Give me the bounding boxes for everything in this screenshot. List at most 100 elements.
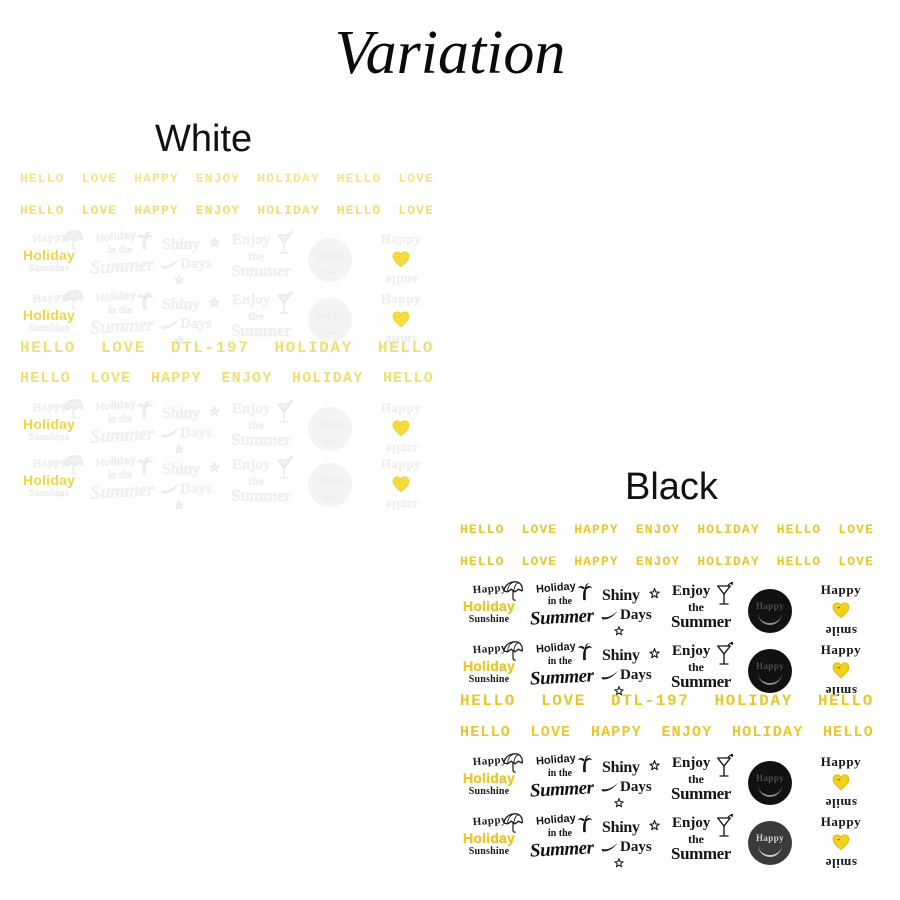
star-icon <box>209 235 220 248</box>
word-hello: HELLO <box>336 171 382 186</box>
sticker-happy-holiday-sunshine[interactable]: Happy Holiday Sunshine <box>18 230 86 288</box>
swoosh-icon <box>160 257 180 269</box>
swoosh-icon <box>160 317 180 329</box>
sticker-happy-smiley-badge[interactable]: Happy <box>738 581 806 639</box>
sticker-line-2: Days <box>620 839 652 855</box>
sticker-line-2: Days <box>620 667 652 683</box>
star-icon <box>649 758 660 771</box>
star-icon <box>209 406 220 417</box>
word-enjoy: ENJOY <box>221 370 273 387</box>
sticker-happy-smile-heart[interactable]: Happy smile <box>368 399 436 457</box>
sticker-line-1: Happy <box>755 833 784 843</box>
sticker-enjoy-the-summer[interactable]: Enjoy the Summer <box>668 641 736 699</box>
sticker-holiday-in-the-summer[interactable]: Holiday in the Summer <box>528 640 596 699</box>
sticker-row-1: Happy Holiday Sunshine Holiday in the Summer S… <box>8 229 446 288</box>
sticker-happy-smile-heart[interactable]: Happy smile <box>808 753 876 811</box>
sticker-happy-smiley-badge[interactable]: Happy <box>738 813 806 871</box>
sticker-holiday-in-the-summer[interactable]: Holiday in the Summer <box>88 454 156 513</box>
sticker-enjoy-the-summer[interactable]: Enjoy the Summer <box>228 399 296 457</box>
sticker-line-2: smile <box>825 856 857 871</box>
sticker-happy-smile-heart[interactable]: Happy smile <box>808 641 876 699</box>
word-holiday: HOLIDAY <box>274 339 353 357</box>
sticker-holiday-in-the-summer[interactable]: Holiday in the Summer <box>528 812 596 871</box>
sticker-sheet-white[interactable]: HELLO LOVE HAPPY ENJOY HOLIDAY HELLO LOVE HELL… <box>8 168 446 513</box>
cocktail-glass-icon <box>715 753 734 780</box>
word-love: LOVE <box>838 522 874 537</box>
sticker-happy-smiley-badge[interactable]: Happy <box>738 753 806 811</box>
sticker-line-1: Enjoy <box>232 457 271 473</box>
sticker-sheet-black[interactable]: HELLO LOVE HAPPY ENJOY HOLIDAY HELLO LOVE HELL… <box>448 515 886 871</box>
sticker-row-1: Happy Holiday Sunshine Holiday in the Summer S… <box>448 580 886 639</box>
star-icon <box>209 462 220 473</box>
sticker-happy-holiday-sunshine[interactable]: Happy Holiday Sunshine <box>458 641 526 699</box>
sticker-happy-smile-heart[interactable]: Happy smile <box>368 230 436 288</box>
cocktail-glass-icon <box>277 290 294 314</box>
sticker-row-4: Happy Holiday Sunshine Holiday in the Summer S… <box>8 454 446 513</box>
word-love: LOVE <box>541 692 586 710</box>
cocktail-glass-icon <box>715 813 734 840</box>
sticker-happy-holiday-sunshine[interactable]: Happy Holiday Sunshine <box>458 753 526 811</box>
word-holiday: HOLIDAY <box>291 370 364 387</box>
word-happy: HAPPY <box>134 203 179 218</box>
word-happy: HAPPY <box>150 370 202 387</box>
sticker-happy-holiday-sunshine[interactable]: Happy Holiday Sunshine <box>18 399 86 457</box>
sticker-happy-smile-heart[interactable]: Happy smile <box>808 581 876 639</box>
sticker-happy-smiley-badge[interactable]: Happy <box>298 230 366 288</box>
swoosh-icon <box>601 842 618 852</box>
star-icon <box>209 460 220 473</box>
heart-icon <box>832 834 850 851</box>
swoosh-icon <box>600 840 620 852</box>
sticker-happy-smile-heart[interactable]: Happy smile <box>808 813 876 871</box>
sticker-shiny-days[interactable]: Shiny Days <box>598 813 666 871</box>
sticker-enjoy-the-summer[interactable]: Enjoy the Summer <box>228 230 296 288</box>
sticker-happy-smiley-badge[interactable]: Happy <box>298 455 366 513</box>
sticker-holiday-in-the-summer[interactable]: Holiday in the Summer <box>88 229 156 288</box>
sticker-happy-smiley-badge[interactable]: Happy <box>738 641 806 699</box>
sticker-enjoy-the-summer[interactable]: Enjoy the Summer <box>228 455 296 513</box>
sticker-enjoy-the-summer[interactable]: Enjoy the Summer <box>668 753 736 811</box>
sticker-line-3: Summer <box>231 261 292 280</box>
word-happy: HAPPY <box>574 554 619 569</box>
sticker-line-3: Summer <box>671 672 731 691</box>
sticker-shiny-days[interactable]: Shiny Days <box>158 230 226 288</box>
sticker-happy-smile-heart[interactable]: Happy smile <box>368 455 436 513</box>
star-icon <box>614 795 624 808</box>
star-icon <box>209 237 220 248</box>
word-row-d: HELLO LOVE HAPPY ENJOY HOLIDAY HELLO <box>448 725 886 740</box>
sticker-holiday-in-the-summer[interactable]: Holiday in the Summer <box>528 580 596 639</box>
sticker-shiny-days[interactable]: Shiny Days <box>598 581 666 639</box>
sticker-line-1: Shiny <box>602 587 640 604</box>
sticker-happy-holiday-sunshine[interactable]: Happy Holiday Sunshine <box>458 581 526 639</box>
sticker-shiny-days[interactable]: Shiny Days <box>598 641 666 699</box>
sticker-holiday-in-the-summer[interactable]: Holiday in the Summer <box>528 752 596 811</box>
sticker-shiny-days[interactable]: Shiny Days <box>158 399 226 457</box>
sticker-line-3: Sunshine <box>468 846 510 857</box>
star-icon <box>614 858 624 868</box>
sticker-line-3: Summer <box>89 479 155 504</box>
page-title: Variation <box>334 19 566 87</box>
sticker-enjoy-the-summer[interactable]: Enjoy the Summer <box>668 813 736 871</box>
sticker-line-2: Days <box>180 481 212 497</box>
sticker-line-1: Happy <box>380 400 422 415</box>
sticker-line-1: Enjoy <box>672 643 711 659</box>
sticker-holiday-in-the-summer[interactable]: Holiday in the Summer <box>88 398 156 457</box>
heart-icon <box>392 310 410 328</box>
sticker-enjoy-the-summer[interactable]: Enjoy the Summer <box>668 581 736 639</box>
swoosh-icon <box>600 780 620 792</box>
sticker-happy-smiley-badge[interactable]: Happy <box>298 399 366 457</box>
swoosh-icon <box>160 482 180 494</box>
sticker-shiny-days[interactable]: Shiny Days <box>598 753 666 811</box>
sticker-line-2: smile <box>825 624 857 639</box>
sticker-shiny-days[interactable]: Shiny Days <box>158 455 226 513</box>
sticker-happy-holiday-sunshine[interactable]: Happy Holiday Sunshine <box>18 455 86 513</box>
swoosh-icon <box>160 319 179 329</box>
star-icon <box>614 626 624 636</box>
word-holiday: HOLIDAY <box>714 692 793 710</box>
star-icon <box>174 272 184 285</box>
heart-icon <box>832 833 850 851</box>
sticker-row-3: Happy Holiday Sunshine Holiday in the Summer S… <box>448 752 886 811</box>
word-love: LOVE <box>398 171 434 186</box>
cocktail-glass-icon <box>717 641 734 665</box>
sticker-happy-holiday-sunshine[interactable]: Happy Holiday Sunshine <box>458 813 526 871</box>
sticker-line-2: Holiday <box>463 598 515 614</box>
